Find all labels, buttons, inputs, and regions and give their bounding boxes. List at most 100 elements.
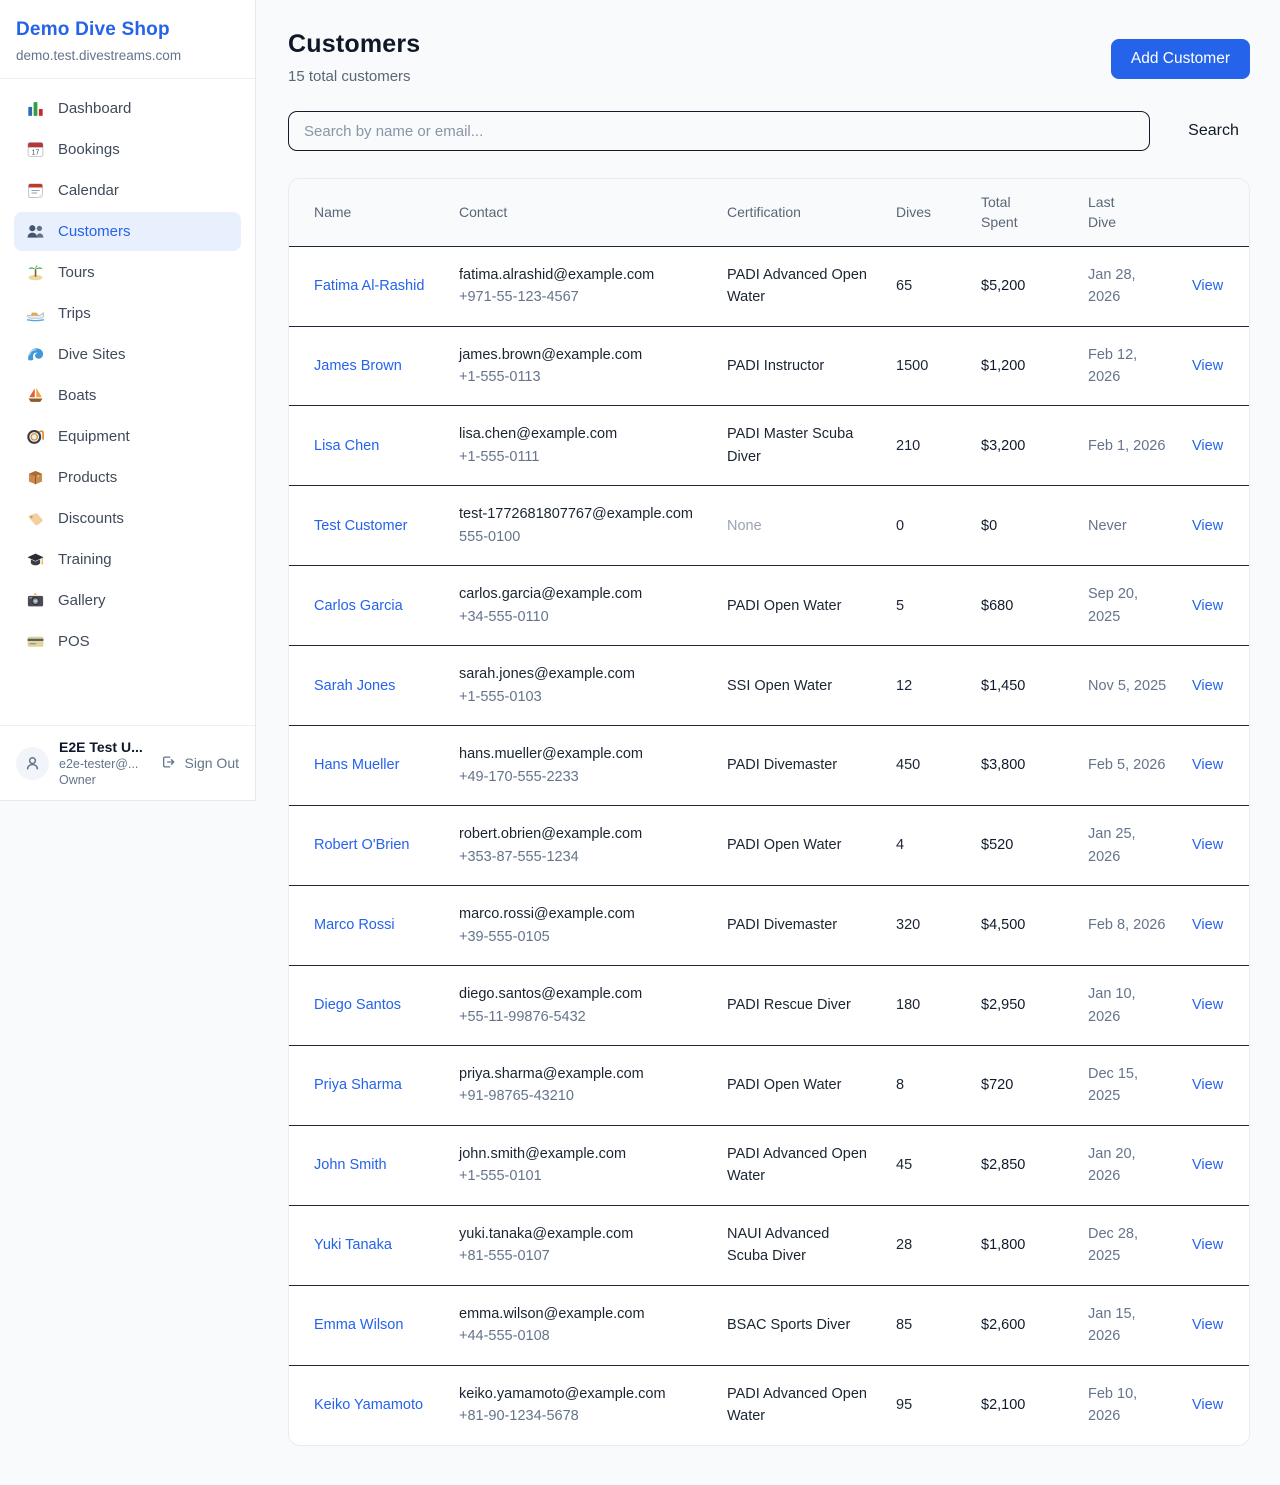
- customer-certification: SSI Open Water: [715, 646, 884, 726]
- package-icon: [26, 468, 45, 487]
- table-row: Fatima Al-Rashid fatima.alrashid@example…: [289, 246, 1249, 326]
- search-bar: Search: [288, 111, 1250, 151]
- customer-total-spent: $720: [969, 1045, 1076, 1125]
- page-header: Customers 15 total customers Add Custome…: [288, 30, 1250, 85]
- customer-name-link[interactable]: Yuki Tanaka: [314, 1237, 392, 1253]
- customer-email: hans.mueller@example.com: [459, 743, 703, 765]
- col-header-contact: Contact: [447, 179, 715, 246]
- sidebar-item-calendar[interactable]: Calendar: [14, 171, 241, 210]
- table-row: Marco Rossi marco.rossi@example.com +39-…: [289, 886, 1249, 966]
- customer-email: priya.sharma@example.com: [459, 1063, 703, 1085]
- customer-dives: 0: [884, 486, 969, 566]
- col-header-total-spent: Total Spent: [969, 179, 1076, 246]
- customer-name-link[interactable]: James Brown: [314, 358, 402, 374]
- view-link[interactable]: View: [1192, 1237, 1223, 1253]
- view-link[interactable]: View: [1192, 358, 1223, 374]
- customer-certification: PADI Advanced Open Water: [715, 1125, 884, 1205]
- sidebar-item-equipment[interactable]: Equipment: [14, 417, 241, 456]
- customer-certification: BSAC Sports Diver: [715, 1285, 884, 1365]
- customer-last-dive: Sep 20, 2025: [1076, 566, 1180, 646]
- view-link[interactable]: View: [1192, 1157, 1223, 1173]
- view-link[interactable]: View: [1192, 917, 1223, 933]
- view-link[interactable]: View: [1192, 598, 1223, 614]
- sidebar-item-dive-sites[interactable]: Dive Sites: [14, 335, 241, 374]
- customer-name-link[interactable]: Diego Santos: [314, 997, 401, 1013]
- search-button[interactable]: Search: [1177, 114, 1250, 148]
- customer-name-link[interactable]: Robert O'Brien: [314, 837, 409, 853]
- user-email: e2e-tester@...: [59, 757, 150, 771]
- add-customer-button[interactable]: Add Customer: [1111, 39, 1250, 79]
- search-input[interactable]: [288, 111, 1150, 151]
- col-header-dives: Dives: [884, 179, 969, 246]
- view-link[interactable]: View: [1192, 1397, 1223, 1413]
- sidebar-item-label: Boats: [58, 387, 96, 405]
- customer-last-dive: Jan 10, 2026: [1076, 966, 1180, 1046]
- customer-name-link[interactable]: John Smith: [314, 1157, 387, 1173]
- customer-last-dive: Dec 15, 2025: [1076, 1045, 1180, 1125]
- sidebar-item-boats[interactable]: Boats: [14, 376, 241, 415]
- sidebar-item-discounts[interactable]: Discounts: [14, 499, 241, 538]
- customer-last-dive: Dec 28, 2025: [1076, 1205, 1180, 1285]
- sidebar-header: Demo Dive Shop demo.test.divestreams.com: [0, 0, 255, 79]
- sailboat-icon: [26, 386, 45, 405]
- customer-last-dive: Feb 8, 2026: [1076, 886, 1180, 966]
- customer-certification: PADI Instructor: [715, 326, 884, 406]
- sidebar-item-dashboard[interactable]: Dashboard: [14, 89, 241, 128]
- customer-email: diego.santos@example.com: [459, 983, 703, 1005]
- sign-out-button[interactable]: Sign Out: [160, 754, 239, 773]
- customer-name-link[interactable]: Emma Wilson: [314, 1317, 403, 1333]
- customer-dives: 450: [884, 726, 969, 806]
- view-link[interactable]: View: [1192, 997, 1223, 1013]
- view-link[interactable]: View: [1192, 518, 1223, 534]
- customer-dives: 5: [884, 566, 969, 646]
- customer-name-link[interactable]: Marco Rossi: [314, 917, 395, 933]
- customer-certification: PADI Divemaster: [715, 886, 884, 966]
- sidebar-item-pos[interactable]: POS: [14, 622, 241, 661]
- view-link[interactable]: View: [1192, 438, 1223, 454]
- customer-certification: PADI Master Scuba Diver: [715, 406, 884, 486]
- customer-total-spent: $0: [969, 486, 1076, 566]
- sidebar-item-bookings[interactable]: 17 Bookings: [14, 130, 241, 169]
- customer-name-link[interactable]: Test Customer: [314, 518, 407, 534]
- view-link[interactable]: View: [1192, 278, 1223, 294]
- customer-total-spent: $520: [969, 806, 1076, 886]
- customer-last-dive: Jan 28, 2026: [1076, 246, 1180, 326]
- view-link[interactable]: View: [1192, 1077, 1223, 1093]
- sidebar-item-label: Bookings: [58, 141, 120, 159]
- user-info: E2E Test U... e2e-tester@... Owner: [59, 739, 150, 787]
- customer-certification: NAUI Advanced Scuba Diver: [715, 1205, 884, 1285]
- table-row: Test Customer test-1772681807767@example…: [289, 486, 1249, 566]
- graduation-cap-icon: [26, 550, 45, 569]
- sidebar-item-label: Dive Sites: [58, 346, 126, 364]
- customer-name-link[interactable]: Keiko Yamamoto: [314, 1397, 423, 1413]
- sidebar-item-trips[interactable]: Trips: [14, 294, 241, 333]
- customer-certification: None: [715, 486, 884, 566]
- customer-total-spent: $1,200: [969, 326, 1076, 406]
- customer-dives: 320: [884, 886, 969, 966]
- customer-name-link[interactable]: Hans Mueller: [314, 757, 399, 773]
- customers-table-card: Name Contact Certification Dives Total S…: [288, 178, 1250, 1446]
- view-link[interactable]: View: [1192, 757, 1223, 773]
- customer-name-link[interactable]: Carlos Garcia: [314, 598, 403, 614]
- sign-out-icon: [160, 754, 179, 773]
- customer-name-link[interactable]: Lisa Chen: [314, 438, 379, 454]
- svg-text:17: 17: [32, 149, 40, 156]
- view-link[interactable]: View: [1192, 678, 1223, 694]
- sidebar-item-training[interactable]: Training: [14, 540, 241, 579]
- customer-name-link[interactable]: Fatima Al-Rashid: [314, 278, 424, 294]
- customer-dives: 4: [884, 806, 969, 886]
- sidebar-item-tours[interactable]: Tours: [14, 253, 241, 292]
- customer-total-spent: $5,200: [969, 246, 1076, 326]
- customer-total-spent: $3,800: [969, 726, 1076, 806]
- sidebar-item-label: Tours: [58, 264, 95, 282]
- view-link[interactable]: View: [1192, 1317, 1223, 1333]
- customer-last-dive: Feb 12, 2026: [1076, 326, 1180, 406]
- sidebar-item-gallery[interactable]: Gallery: [14, 581, 241, 620]
- sidebar-item-customers[interactable]: Customers: [14, 212, 241, 251]
- view-link[interactable]: View: [1192, 837, 1223, 853]
- customer-last-dive: Feb 1, 2026: [1076, 406, 1180, 486]
- customer-name-link[interactable]: Priya Sharma: [314, 1077, 402, 1093]
- customer-phone: +49-170-555-2233: [459, 766, 703, 788]
- customer-name-link[interactable]: Sarah Jones: [314, 678, 395, 694]
- sidebar-item-products[interactable]: Products: [14, 458, 241, 497]
